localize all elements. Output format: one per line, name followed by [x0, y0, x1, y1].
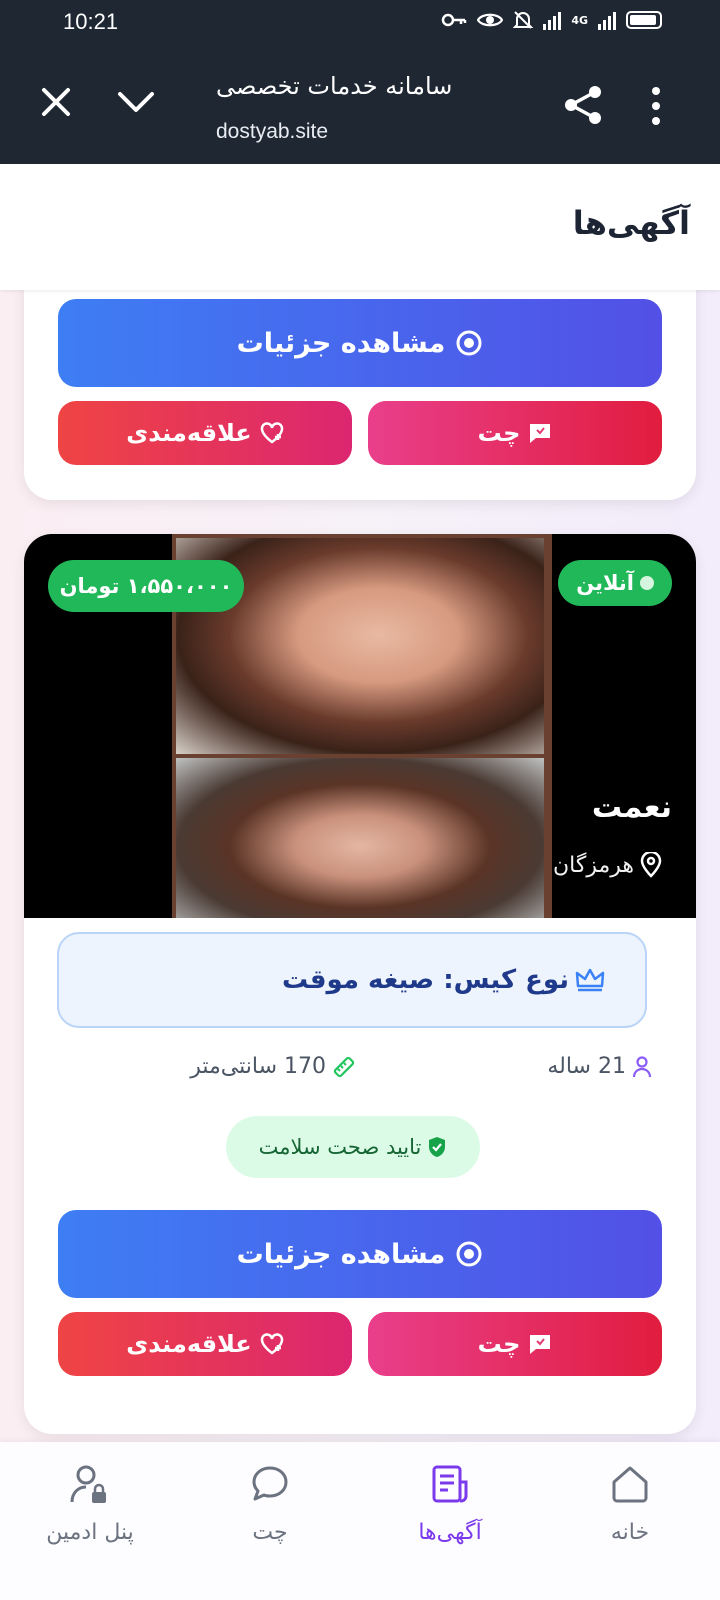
location: هرمزگان [553, 852, 662, 878]
profile-photo[interactable]: آنلاین ۱،۵۵۰،۰۰۰ تومان نعمت هرمزگان [24, 534, 696, 918]
online-dot-icon [640, 576, 654, 590]
heart-plus-icon [260, 1333, 283, 1355]
chat-icon [530, 424, 551, 443]
case-type-label: نوع کیس: صیغه موقت [282, 965, 569, 995]
chat-label: چت [477, 1330, 521, 1358]
status-bar: 10:21 4G [0, 0, 720, 44]
nav-item-admin-panel[interactable]: پنل ادمین [30, 1462, 150, 1572]
document-list-icon [432, 1465, 468, 1503]
favorite-button[interactable]: علاقه‌مندی [58, 401, 352, 465]
user-icon [632, 1055, 652, 1077]
nav-label: خانه [610, 1520, 650, 1545]
heart-plus-icon [260, 422, 283, 444]
battery-icon [626, 11, 662, 29]
nav-label: پنل ادمین [46, 1520, 134, 1545]
online-badge: آنلاین [558, 560, 672, 606]
key-icon [442, 13, 467, 27]
browser-title: سامانه خدمات تخصصی [216, 72, 453, 100]
chat-button[interactable]: چت [368, 1312, 662, 1376]
age-stat: 21 ساله [547, 1054, 652, 1079]
close-icon[interactable] [38, 84, 74, 120]
chevron-down-icon[interactable] [116, 84, 156, 120]
signal-icon [543, 10, 562, 30]
health-verified-badge: تایید صحت سلامت [226, 1116, 480, 1178]
nav-label: آگهی‌ها [418, 1520, 482, 1545]
favorite-button[interactable]: علاقه‌مندی [58, 1312, 352, 1376]
chat-label: چت [477, 419, 521, 447]
signal-icon-2 [598, 10, 616, 30]
favorite-label: علاقه‌مندی [126, 419, 252, 447]
status-icons: 4G [441, 10, 662, 30]
health-label: تایید صحت سلامت [258, 1135, 422, 1159]
ad-card: آنلاین ۱،۵۵۰،۰۰۰ تومان نعمت هرمزگان نوع … [24, 534, 696, 1434]
case-type-box: نوع کیس: صیغه موقت [57, 932, 647, 1028]
height-stat: 170 سانتی‌متر [190, 1054, 356, 1079]
ruler-icon [333, 1056, 355, 1077]
city-label: هرمزگان [553, 852, 634, 878]
home-icon [612, 1466, 648, 1503]
online-label: آنلاین [576, 571, 634, 595]
age-label: 21 ساله [547, 1054, 626, 1079]
nav-label: چت [252, 1520, 288, 1545]
browser-toolbar: سامانه خدمات تخصصی dostyab.site [0, 44, 720, 164]
share-icon[interactable] [562, 84, 604, 126]
eye-icon [477, 13, 504, 27]
nav-item-ads[interactable]: آگهی‌ها [390, 1462, 510, 1572]
chat-bubble-icon [252, 1466, 288, 1501]
chat-button[interactable]: چت [368, 401, 662, 465]
eye-circle-icon [456, 1241, 482, 1267]
chat-icon [530, 1335, 551, 1354]
nav-item-chat[interactable]: چت [210, 1462, 330, 1572]
location-pin-icon [640, 852, 662, 878]
browser-url[interactable]: dostyab.site [216, 120, 328, 144]
more-vertical-icon[interactable] [650, 86, 662, 126]
page-header: آگهی‌ها [0, 164, 720, 290]
bell-muted-icon [513, 11, 534, 29]
bottom-navigation: پنل ادمین چت آگهی‌ها خانه [0, 1442, 720, 1600]
shield-check-icon [429, 1137, 446, 1157]
user-lock-icon [70, 1465, 106, 1503]
crown-icon [575, 968, 605, 992]
network-type: 4G [571, 13, 588, 27]
view-details-button[interactable]: مشاهده جزئیات [58, 299, 662, 387]
clock: 10:21 [63, 9, 119, 34]
view-details-button[interactable]: مشاهده جزئیات [58, 1210, 662, 1298]
nav-item-home[interactable]: خانه [570, 1462, 690, 1572]
profile-name: نعمت [591, 790, 672, 825]
price-badge: ۱،۵۵۰،۰۰۰ تومان [48, 560, 244, 612]
view-details-label: مشاهده جزئیات [236, 1238, 446, 1270]
height-label: 170 سانتی‌متر [190, 1054, 326, 1079]
eye-circle-icon [456, 330, 482, 356]
photo-bottom [176, 758, 544, 918]
favorite-label: علاقه‌مندی [126, 1330, 252, 1358]
view-details-label: مشاهده جزئیات [236, 327, 446, 359]
page-title: آگهی‌ها [572, 204, 690, 242]
